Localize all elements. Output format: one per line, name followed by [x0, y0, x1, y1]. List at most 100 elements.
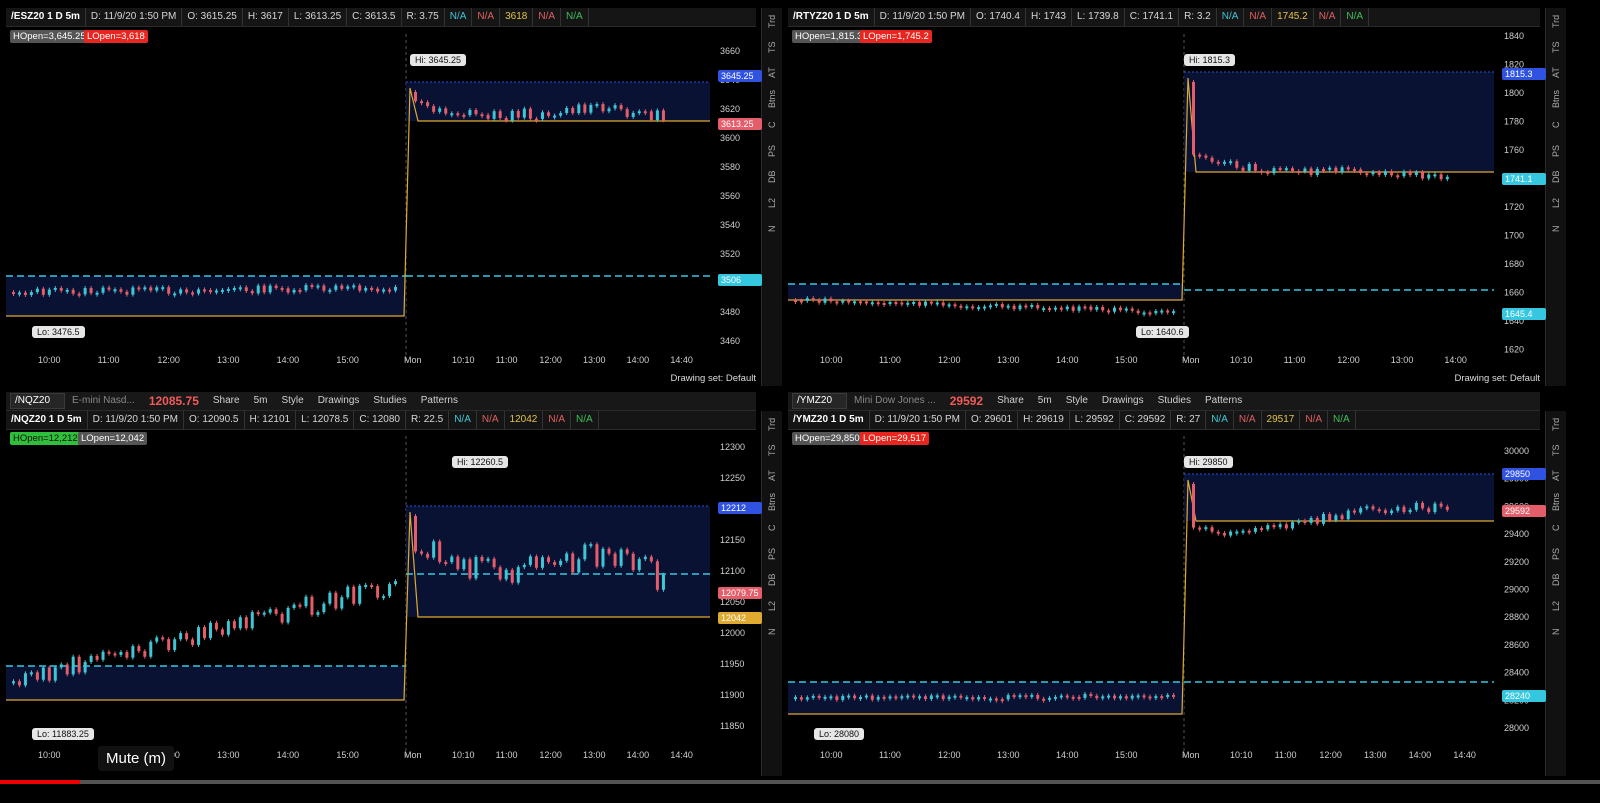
candle: [965, 697, 969, 700]
candle: [456, 556, 460, 570]
candle: [1346, 167, 1350, 170]
candle: [119, 289, 123, 292]
candle: [292, 604, 296, 608]
candle: [53, 287, 57, 290]
candle: [965, 306, 969, 309]
x-tick-label: 11:00: [1275, 750, 1297, 760]
x-tick-label: 14:40: [670, 355, 693, 365]
x-tick-label: 15:00: [1115, 750, 1138, 760]
x-tick-label: 11:00: [879, 750, 901, 760]
price-plot[interactable]: 3660364036203600358035603540352035003480…: [6, 8, 782, 386]
candle: [643, 111, 647, 114]
hopen-badge: HOpen=3,645.25: [10, 30, 89, 43]
candle: [888, 696, 892, 699]
x-tick-label: 13:00: [997, 750, 1020, 760]
candle: [286, 288, 290, 293]
candle: [983, 697, 987, 700]
price-plot[interactable]: 3000029800296002940029200290002880028600…: [788, 392, 1566, 776]
candle: [799, 697, 803, 700]
y-tick-label: 1700: [1504, 231, 1524, 241]
candle: [823, 298, 827, 303]
candle: [583, 544, 587, 560]
x-tick-label: 14:40: [1453, 750, 1476, 760]
candle: [553, 115, 557, 118]
candle: [547, 112, 551, 116]
y-tick-label: 3540: [720, 220, 740, 230]
candle: [1198, 154, 1202, 157]
candle: [35, 288, 39, 293]
candle: [565, 553, 569, 561]
candle: [1359, 508, 1363, 513]
candle: [498, 567, 502, 580]
candle: [131, 287, 135, 295]
candle: [1284, 168, 1288, 171]
x-tick-label: 12:00: [1319, 750, 1342, 760]
y-tick-label: 28000: [1504, 723, 1529, 733]
candle: [17, 292, 21, 295]
candle: [474, 556, 478, 579]
candle: [607, 548, 611, 554]
candle: [1352, 168, 1356, 171]
candle: [179, 289, 183, 294]
low-callout: Lo: 11883.25: [32, 728, 94, 740]
candle: [382, 596, 386, 599]
chart-panel-es[interactable]: /ESZ20 1 D 5m D: 11/9/20 1:50 PM O: 3615…: [6, 8, 782, 386]
price-plot[interactable]: 1230012250122001215012100120501200011950…: [6, 392, 782, 776]
candle: [805, 697, 809, 700]
candle: [510, 110, 514, 121]
candle: [900, 696, 904, 699]
chart-panel-ym[interactable]: /YMZ20 Mini Dow Jones ... 29592 Share 5m…: [788, 392, 1566, 776]
candle: [1053, 307, 1057, 310]
candle: [1414, 502, 1418, 510]
lopen-badge: LOpen=3,618: [84, 30, 148, 43]
y-tick-label: 29400: [1504, 529, 1529, 539]
candle: [376, 586, 380, 598]
candle: [876, 302, 880, 305]
candle: [149, 287, 153, 291]
candle: [191, 292, 195, 295]
candle: [376, 288, 380, 292]
candle: [1000, 303, 1004, 308]
x-tick-label: 14:00: [1056, 355, 1079, 365]
candle: [250, 612, 254, 629]
drawing-set-label[interactable]: Drawing set: Default: [1454, 373, 1540, 384]
candle: [226, 621, 230, 635]
candle: [1166, 694, 1170, 697]
candle: [923, 696, 927, 700]
candle: [101, 287, 105, 293]
candle: [474, 110, 478, 115]
x-tick-label: Mon: [1182, 750, 1200, 760]
candle: [1204, 527, 1208, 530]
candle: [1408, 509, 1412, 513]
chart-panel-nq[interactable]: /NQZ20 E-mini Nasd... 12085.75 Share 5m …: [6, 392, 782, 776]
y-tick-label: 1620: [1504, 345, 1524, 355]
candle: [655, 561, 659, 590]
x-tick-label: 11:00: [496, 355, 518, 365]
candle: [565, 108, 569, 114]
candle: [1445, 506, 1449, 510]
chart-panel-rty[interactable]: /RTYZ20 1 D 5m D: 11/9/20 1:50 PM O: 174…: [788, 8, 1566, 386]
open-range-shade: [1184, 474, 1494, 521]
price-tag-label: 3613.25: [721, 119, 754, 129]
candle: [1322, 514, 1325, 524]
candle: [197, 289, 201, 294]
candle: [1278, 524, 1282, 528]
x-tick-label: 13:00: [217, 355, 240, 365]
candle: [1309, 168, 1313, 176]
candle: [203, 289, 207, 292]
candle: [304, 596, 308, 607]
y-tick-label: 12300: [720, 442, 745, 452]
x-tick-label: 10:10: [452, 750, 475, 760]
candle: [1377, 509, 1381, 512]
candle: [220, 289, 224, 292]
candle: [1315, 168, 1319, 176]
y-tick-label: 3480: [720, 307, 740, 317]
candle: [589, 544, 593, 547]
candle: [438, 108, 442, 112]
candle: [559, 113, 563, 116]
candle: [346, 286, 350, 289]
video-progress-bar[interactable]: [0, 780, 1600, 784]
candle: [370, 585, 374, 588]
drawing-set-label[interactable]: Drawing set: Default: [670, 373, 756, 384]
candle: [595, 104, 599, 107]
